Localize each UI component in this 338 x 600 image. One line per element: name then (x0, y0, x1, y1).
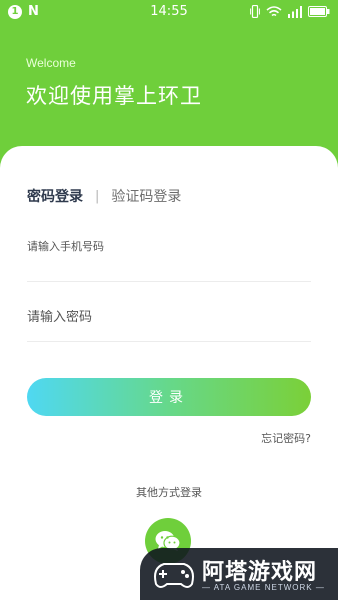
login-tabs: 密码登录 | 验证码登录 (27, 186, 181, 206)
page-title: 欢迎使用掌上环卫 (26, 84, 202, 108)
tab-code-login[interactable]: 验证码登录 (111, 186, 181, 206)
status-right (250, 5, 330, 18)
wifi-icon (266, 5, 282, 16)
password-field (27, 306, 311, 342)
watermark-logo-icon (154, 563, 194, 588)
watermark-banner: 阿塔游戏网 — ATA GAME NETWORK — (140, 548, 338, 600)
login-card: 密码登录 | 验证码登录 登录 忘记密码? 其他方式登录 (0, 146, 338, 600)
watermark-title: 阿塔游戏网 (202, 560, 318, 585)
battery-icon (308, 6, 330, 17)
signal-icon (288, 5, 302, 18)
phone-field (27, 232, 311, 282)
welcome-subtitle: Welcome (26, 56, 76, 70)
phone-input[interactable] (27, 232, 311, 253)
tab-separator: | (95, 188, 100, 204)
password-input[interactable] (27, 310, 311, 325)
watermark-subtitle: — ATA GAME NETWORK — (202, 583, 325, 592)
vibrate-icon (250, 5, 260, 18)
login-button[interactable]: 登录 (27, 378, 311, 416)
status-bar: 1 N 14:55 (0, 0, 338, 24)
forgot-password-link[interactable]: 忘记密码? (261, 430, 311, 446)
tab-password-login[interactable]: 密码登录 (27, 186, 83, 206)
other-login-label: 其他方式登录 (136, 486, 202, 499)
